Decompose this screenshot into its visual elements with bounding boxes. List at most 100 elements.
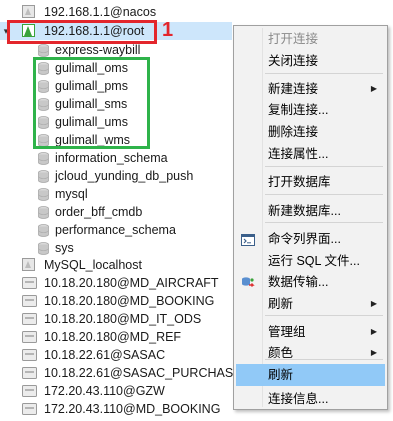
menu-item[interactable]: 删除连接 — [236, 121, 385, 143]
connection-label: 172.20.43.110@GZW — [44, 384, 165, 398]
menu-item[interactable]: 打开连接 — [236, 28, 385, 50]
connection-label: 10.18.20.180@MD_AIRCRAFT — [44, 276, 219, 290]
menu-item-refresh-highlighted[interactable]: 刷新 — [236, 364, 385, 386]
connection-item[interactable]: 10.18.22.61@SASAC — [0, 346, 232, 364]
menu-item-label: 复制连接... — [268, 103, 329, 117]
database-icon — [38, 205, 49, 219]
server-icon — [22, 348, 38, 362]
database-item[interactable]: gulimall_oms — [0, 59, 230, 77]
step-number-1: 1 — [162, 19, 174, 41]
menu-item[interactable]: 运行 SQL 文件... — [236, 250, 385, 272]
server-icon — [22, 366, 38, 380]
connection-item[interactable]: 10.18.22.61@SASAC_PURCHASE — [0, 364, 242, 382]
chevron-down-icon[interactable]: ▾ — [2, 22, 10, 40]
connection-label: 10.18.20.180@MD_IT_ODS — [44, 312, 202, 326]
database-item[interactable]: mysql — [0, 185, 230, 203]
connection-item[interactable]: 10.18.20.180@MD_IT_ODS — [0, 310, 232, 328]
database-label: gulimall_sms — [55, 97, 128, 111]
menu-item-label: 数据传输... — [268, 275, 329, 289]
menu-item-label: 刷新 — [268, 368, 294, 382]
menu-separator — [265, 315, 383, 316]
menu-item[interactable]: 颜色 ▶ — [236, 342, 385, 364]
database-icon — [38, 223, 49, 237]
mysql-connection-icon — [22, 24, 38, 38]
menu-item-label: 命令列界面... — [268, 232, 341, 246]
menu-item-label: 打开连接 — [268, 32, 319, 46]
menu-item-label: 刷新 — [268, 297, 294, 311]
menu-separator — [265, 73, 383, 74]
database-icon — [38, 241, 49, 255]
database-label: mysql — [55, 187, 88, 201]
submenu-arrow-icon: ▶ — [370, 327, 377, 336]
menu-separator — [265, 194, 383, 195]
connection-item[interactable]: 172.20.43.110@GZW — [0, 382, 232, 400]
database-item[interactable]: information_schema — [0, 149, 230, 167]
database-item[interactable]: gulimall_pms — [0, 77, 230, 95]
connection-item[interactable]: 10.18.20.180@MD_BOOKING — [0, 292, 232, 310]
database-icon — [38, 61, 49, 75]
menu-item-label: 新建数据库... — [268, 204, 341, 218]
connection-item[interactable]: 10.18.20.180@MD_AIRCRAFT — [0, 274, 232, 292]
menu-item-label: 运行 SQL 文件... — [268, 254, 360, 268]
menu-item[interactable]: 新建数据库... — [236, 200, 385, 222]
submenu-arrow-icon: ▶ — [370, 299, 377, 308]
menu-item-label: 打开数据库 — [268, 175, 331, 189]
database-item[interactable]: order_bff_cmdb — [0, 203, 230, 221]
connection-item[interactable]: MySQL_localhost — [0, 256, 232, 274]
database-icon — [38, 97, 49, 111]
database-icon — [38, 43, 49, 57]
database-label: order_bff_cmdb — [55, 205, 143, 219]
menu-item[interactable]: 新建连接 ▶ — [236, 78, 385, 100]
database-item[interactable]: gulimall_wms — [0, 131, 230, 149]
menu-item[interactable]: 命令列界面... — [236, 228, 385, 250]
database-label: gulimall_oms — [55, 61, 128, 75]
menu-item[interactable]: 连接属性... — [236, 143, 385, 165]
database-icon — [38, 187, 49, 201]
server-icon — [22, 312, 38, 326]
server-icon — [22, 276, 38, 290]
menu-item[interactable]: 连接信息... — [236, 388, 385, 410]
server-icon — [22, 330, 38, 344]
connection-item[interactable]: 10.18.20.180@MD_REF — [0, 328, 232, 346]
mysql-connection-icon — [22, 5, 38, 19]
menu-item[interactable]: 数据传输... — [236, 271, 385, 293]
database-item[interactable]: performance_schema — [0, 221, 230, 239]
connection-label: MySQL_localhost — [44, 258, 142, 272]
connection-label: 10.18.20.180@MD_REF — [44, 330, 182, 344]
connection-item-selected[interactable]: ▾ 192.168.1.1@root — [0, 22, 232, 40]
database-item[interactable]: sys — [0, 239, 230, 257]
console-icon — [241, 232, 255, 246]
database-label: jcloud_yunding_db_push — [55, 169, 194, 183]
connection-item[interactable]: 192.168.1.1@nacos — [0, 3, 230, 21]
menu-item[interactable]: 管理组 ▶ — [236, 321, 385, 343]
database-icon — [38, 133, 49, 147]
menu-item[interactable]: 打开数据库 — [236, 171, 385, 193]
database-label: information_schema — [55, 151, 168, 165]
database-item[interactable]: jcloud_yunding_db_push — [0, 167, 230, 185]
database-label: sys — [55, 241, 74, 255]
database-icon — [38, 115, 49, 129]
menu-item-label: 连接信息... — [268, 392, 329, 406]
menu-item[interactable]: 关闭连接 — [236, 50, 385, 72]
menu-item[interactable]: 复制连接... — [236, 99, 385, 121]
connection-label: 192.168.1.1@root — [44, 24, 145, 38]
server-icon — [22, 294, 38, 308]
database-item[interactable]: gulimall_ums — [0, 113, 230, 131]
menu-item-label: 颜色 — [268, 346, 294, 360]
data-transfer-icon — [241, 275, 255, 289]
database-icon — [38, 169, 49, 183]
database-item[interactable]: express-waybill — [0, 41, 230, 59]
connection-item[interactable]: 172.20.43.110@MD_BOOKING — [0, 400, 232, 418]
database-label: express-waybill — [55, 43, 141, 57]
connection-label: 172.20.43.110@MD_BOOKING — [44, 402, 221, 416]
menu-item-label: 关闭连接 — [268, 54, 319, 68]
database-item[interactable]: gulimall_sms — [0, 95, 230, 113]
menu-item[interactable]: 刷新 ▶ — [236, 293, 385, 315]
menu-separator — [265, 222, 383, 223]
server-icon — [22, 384, 38, 398]
connection-label: 192.168.1.1@nacos — [44, 5, 157, 19]
menu-separator — [265, 166, 383, 167]
context-menu: 打开连接关闭连接新建连接 ▶ 复制连接... 删除连接 连接属性... 打开数据库新建数据… — [233, 25, 388, 410]
menu-item-label: 新建连接 — [268, 82, 319, 96]
submenu-arrow-icon: ▶ — [370, 84, 377, 93]
